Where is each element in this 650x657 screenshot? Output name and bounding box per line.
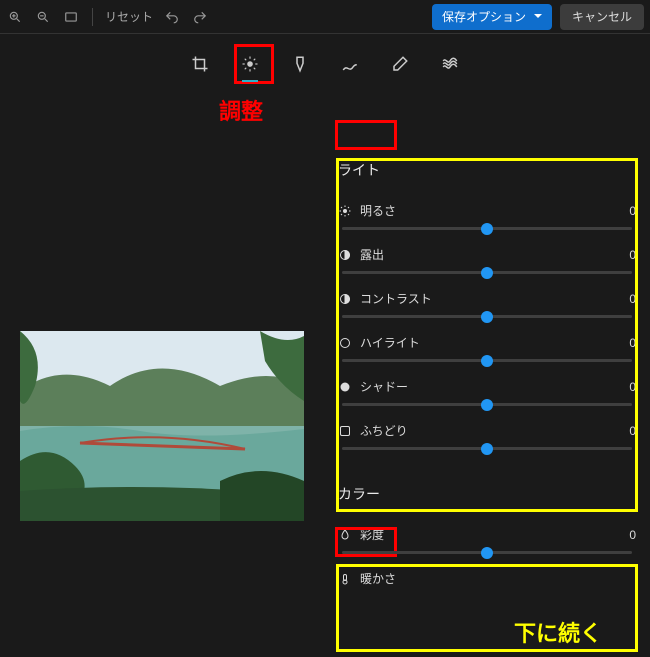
- slider-thumb[interactable]: [481, 355, 493, 367]
- editor-tool-row: [0, 34, 650, 86]
- slider-value: 0: [629, 292, 636, 306]
- top-toolbar: リセット 保存オプション キャンセル: [0, 0, 650, 34]
- effects-tool-icon[interactable]: [436, 50, 464, 78]
- crop-tool-icon[interactable]: [186, 50, 214, 78]
- slider-label: 明るさ: [360, 202, 396, 219]
- slider-thumb[interactable]: [481, 399, 493, 411]
- save-options-button[interactable]: 保存オプション: [432, 4, 552, 30]
- editor-main: ライト 明るさ 0 露出 0: [0, 86, 650, 605]
- slider-thumb[interactable]: [481, 443, 493, 455]
- slider-value: 0: [629, 380, 636, 394]
- marker-tool-icon[interactable]: [286, 50, 314, 78]
- contrast-icon: [338, 292, 352, 306]
- vignette-icon: [338, 424, 352, 438]
- color-section: 彩度 0 暖かさ: [336, 514, 638, 605]
- slider-label: コントラスト: [360, 290, 432, 307]
- light-section: 明るさ 0 露出 0 コントラスト 0: [336, 190, 638, 470]
- zoom-out-icon[interactable]: [34, 8, 52, 26]
- cancel-button[interactable]: キャンセル: [560, 4, 644, 30]
- slider-label: 彩度: [360, 526, 384, 543]
- warmth-icon: [338, 572, 352, 586]
- fit-screen-icon[interactable]: [62, 8, 80, 26]
- undo-icon[interactable]: [163, 8, 181, 26]
- slider-thumb[interactable]: [481, 547, 493, 559]
- slider-saturation: 彩度 0: [336, 520, 638, 564]
- slider-label: ハイライト: [360, 334, 420, 351]
- slider-track[interactable]: [342, 447, 632, 450]
- slider-thumb[interactable]: [481, 311, 493, 323]
- zoom-in-icon[interactable]: [6, 8, 24, 26]
- exposure-icon: [338, 248, 352, 262]
- highlight-icon: [338, 336, 352, 350]
- draw-tool-icon[interactable]: [336, 50, 364, 78]
- slider-contrast: コントラスト 0: [336, 284, 638, 328]
- slider-value: 0: [629, 336, 636, 350]
- brightness-icon: [338, 204, 352, 218]
- slider-track[interactable]: [342, 271, 632, 274]
- saturation-icon: [338, 528, 352, 542]
- adjust-panel: ライト 明るさ 0 露出 0: [318, 146, 650, 605]
- adjust-tool-icon[interactable]: [236, 50, 264, 78]
- slider-track[interactable]: [342, 315, 632, 318]
- erase-tool-icon[interactable]: [386, 50, 414, 78]
- reset-button[interactable]: リセット: [105, 8, 153, 25]
- slider-track[interactable]: [342, 551, 632, 554]
- toolbar-divider: [92, 8, 93, 26]
- slider-warmth: 暖かさ: [336, 564, 638, 587]
- slider-value: 0: [629, 248, 636, 262]
- slider-exposure: 露出 0: [336, 240, 638, 284]
- slider-value: 0: [629, 424, 636, 438]
- slider-label: 暖かさ: [360, 570, 396, 587]
- section-title-light: ライト: [336, 152, 638, 190]
- image-preview-container: [0, 146, 318, 605]
- save-options-label: 保存オプション: [442, 8, 526, 25]
- slider-shadow: シャドー 0: [336, 372, 638, 416]
- redo-icon[interactable]: [191, 8, 209, 26]
- slider-value: 0: [629, 528, 636, 542]
- slider-label: 露出: [360, 246, 384, 263]
- slider-label: シャドー: [360, 378, 408, 395]
- slider-label: ふちどり: [360, 422, 408, 439]
- slider-brightness: 明るさ 0: [336, 196, 638, 240]
- slider-track[interactable]: [342, 403, 632, 406]
- slider-highlight: ハイライト 0: [336, 328, 638, 372]
- slider-thumb[interactable]: [481, 267, 493, 279]
- image-preview[interactable]: [20, 331, 304, 521]
- shadow-icon: [338, 380, 352, 394]
- slider-track[interactable]: [342, 359, 632, 362]
- slider-track[interactable]: [342, 227, 632, 230]
- slider-thumb[interactable]: [481, 223, 493, 235]
- section-title-color: カラー: [336, 476, 638, 514]
- slider-value: 0: [629, 204, 636, 218]
- annotation-label-continue: 下に続く: [514, 616, 602, 648]
- slider-vignette: ふちどり 0: [336, 416, 638, 460]
